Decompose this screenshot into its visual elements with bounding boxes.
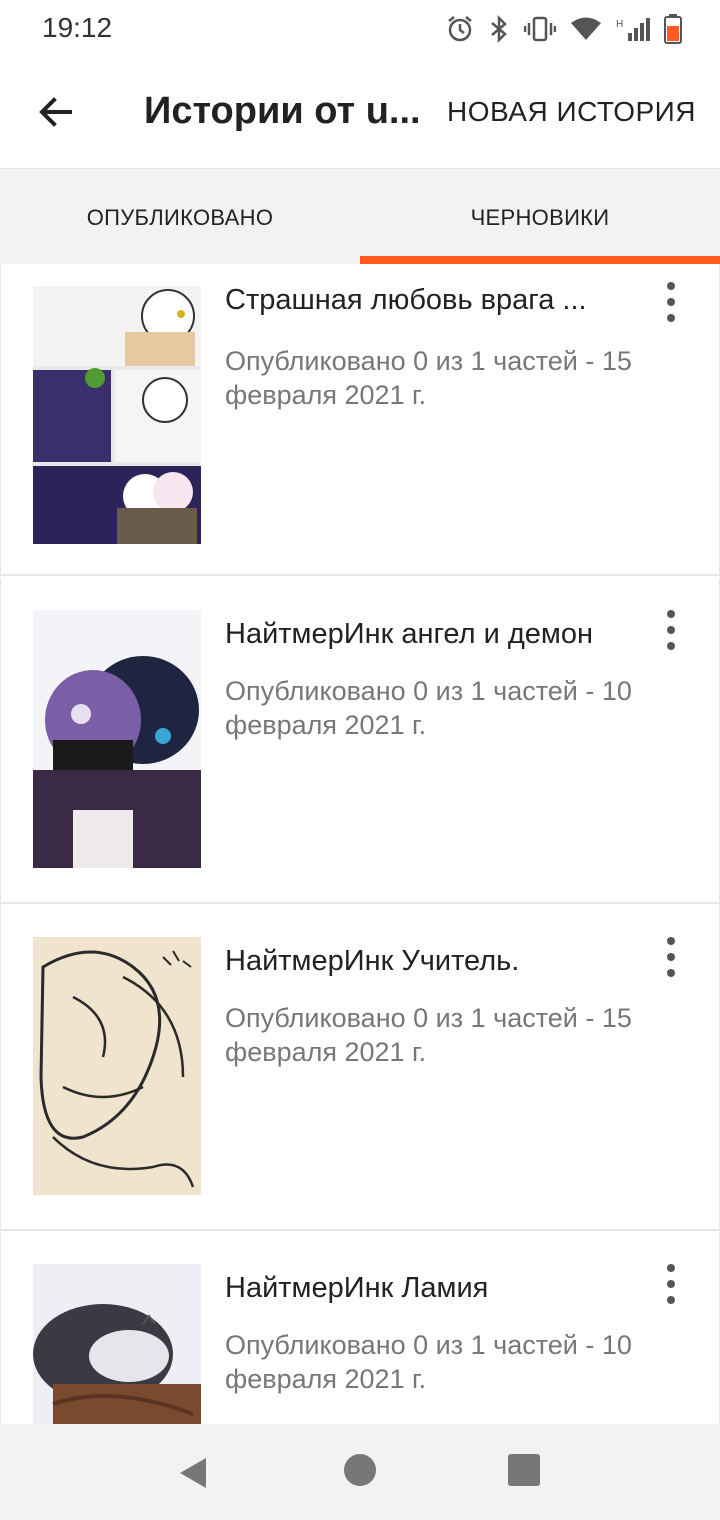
story-card[interactable]: Страшная любовь врага ... Опубликовано 0… bbox=[0, 264, 720, 576]
more-dot bbox=[667, 969, 675, 977]
story-cover bbox=[33, 286, 201, 544]
more-dot bbox=[667, 1264, 675, 1272]
app-bar: Истории от u... НОВАЯ ИСТОРИЯ bbox=[0, 60, 720, 169]
back-arrow-icon bbox=[39, 97, 72, 127]
more-dot bbox=[667, 642, 675, 650]
more-dot bbox=[667, 314, 675, 322]
page-title: Истории от u... bbox=[144, 90, 421, 132]
story-meta: Опубликовано 0 из 1 частей - 10 февраля … bbox=[225, 1330, 632, 1394]
more-dot bbox=[667, 626, 675, 634]
story-title: НайтмерИнк Ламия bbox=[225, 1272, 489, 1304]
status-time: 19:12 bbox=[42, 12, 113, 43]
vibrate-icon bbox=[524, 16, 556, 42]
status-icons: H bbox=[446, 12, 682, 46]
story-cover bbox=[33, 937, 201, 1195]
more-options-button[interactable] bbox=[655, 282, 687, 322]
more-dot bbox=[667, 937, 675, 945]
story-meta: Опубликовано 0 из 1 частей - 10 февраля … bbox=[225, 676, 632, 740]
story-card[interactable]: НайтмерИнк Ламия Опубликовано 0 из 1 час… bbox=[0, 1232, 720, 1424]
wifi-icon bbox=[571, 17, 601, 40]
back-button[interactable] bbox=[26, 80, 86, 144]
battery-icon bbox=[664, 14, 682, 44]
story-card[interactable]: НайтмерИнк Учитель. Опубликовано 0 из 1 … bbox=[0, 905, 720, 1231]
bluetooth-icon bbox=[491, 15, 507, 43]
more-dot bbox=[667, 282, 675, 290]
story-meta: Опубликовано 0 из 1 частей - 15 февраля … bbox=[225, 346, 632, 410]
nav-home-icon[interactable] bbox=[344, 1454, 376, 1486]
story-card[interactable]: НайтмерИнк ангел и демон Опубликовано 0 … bbox=[0, 578, 720, 904]
more-dot bbox=[667, 1280, 675, 1288]
more-dot bbox=[667, 298, 675, 306]
signal-icon: H bbox=[616, 18, 650, 41]
story-title: НайтмерИнк ангел и демон bbox=[225, 618, 593, 650]
more-dot bbox=[667, 1296, 675, 1304]
nav-recents-icon[interactable] bbox=[508, 1454, 540, 1486]
tab-published[interactable]: ОПУБЛИКОВАНО bbox=[0, 170, 360, 266]
nav-back-icon[interactable] bbox=[178, 1456, 208, 1490]
story-cover bbox=[33, 1264, 201, 1424]
alarm-icon bbox=[448, 16, 472, 42]
more-options-button[interactable] bbox=[655, 610, 687, 650]
story-cover bbox=[33, 610, 201, 868]
story-list: Страшная любовь врага ... Опубликовано 0… bbox=[0, 264, 720, 1424]
tab-bar: ОПУБЛИКОВАНО ЧЕРНОВИКИ bbox=[0, 170, 720, 266]
tab-drafts[interactable]: ЧЕРНОВИКИ bbox=[360, 170, 720, 266]
more-options-button[interactable] bbox=[655, 1264, 687, 1304]
more-dot bbox=[667, 610, 675, 618]
more-dot bbox=[667, 953, 675, 961]
story-title: Страшная любовь врага ... bbox=[225, 284, 587, 316]
story-title: НайтмерИнк Учитель. bbox=[225, 945, 520, 977]
new-story-button[interactable]: НОВАЯ ИСТОРИЯ bbox=[447, 96, 696, 128]
svg-text:H: H bbox=[616, 19, 623, 30]
system-nav-bar bbox=[0, 1424, 720, 1520]
active-tab-indicator bbox=[360, 256, 720, 264]
story-meta: Опубликовано 0 из 1 частей - 15 февраля … bbox=[225, 1003, 632, 1067]
status-bar: 19:12 H bbox=[0, 0, 720, 60]
more-options-button[interactable] bbox=[655, 937, 687, 977]
